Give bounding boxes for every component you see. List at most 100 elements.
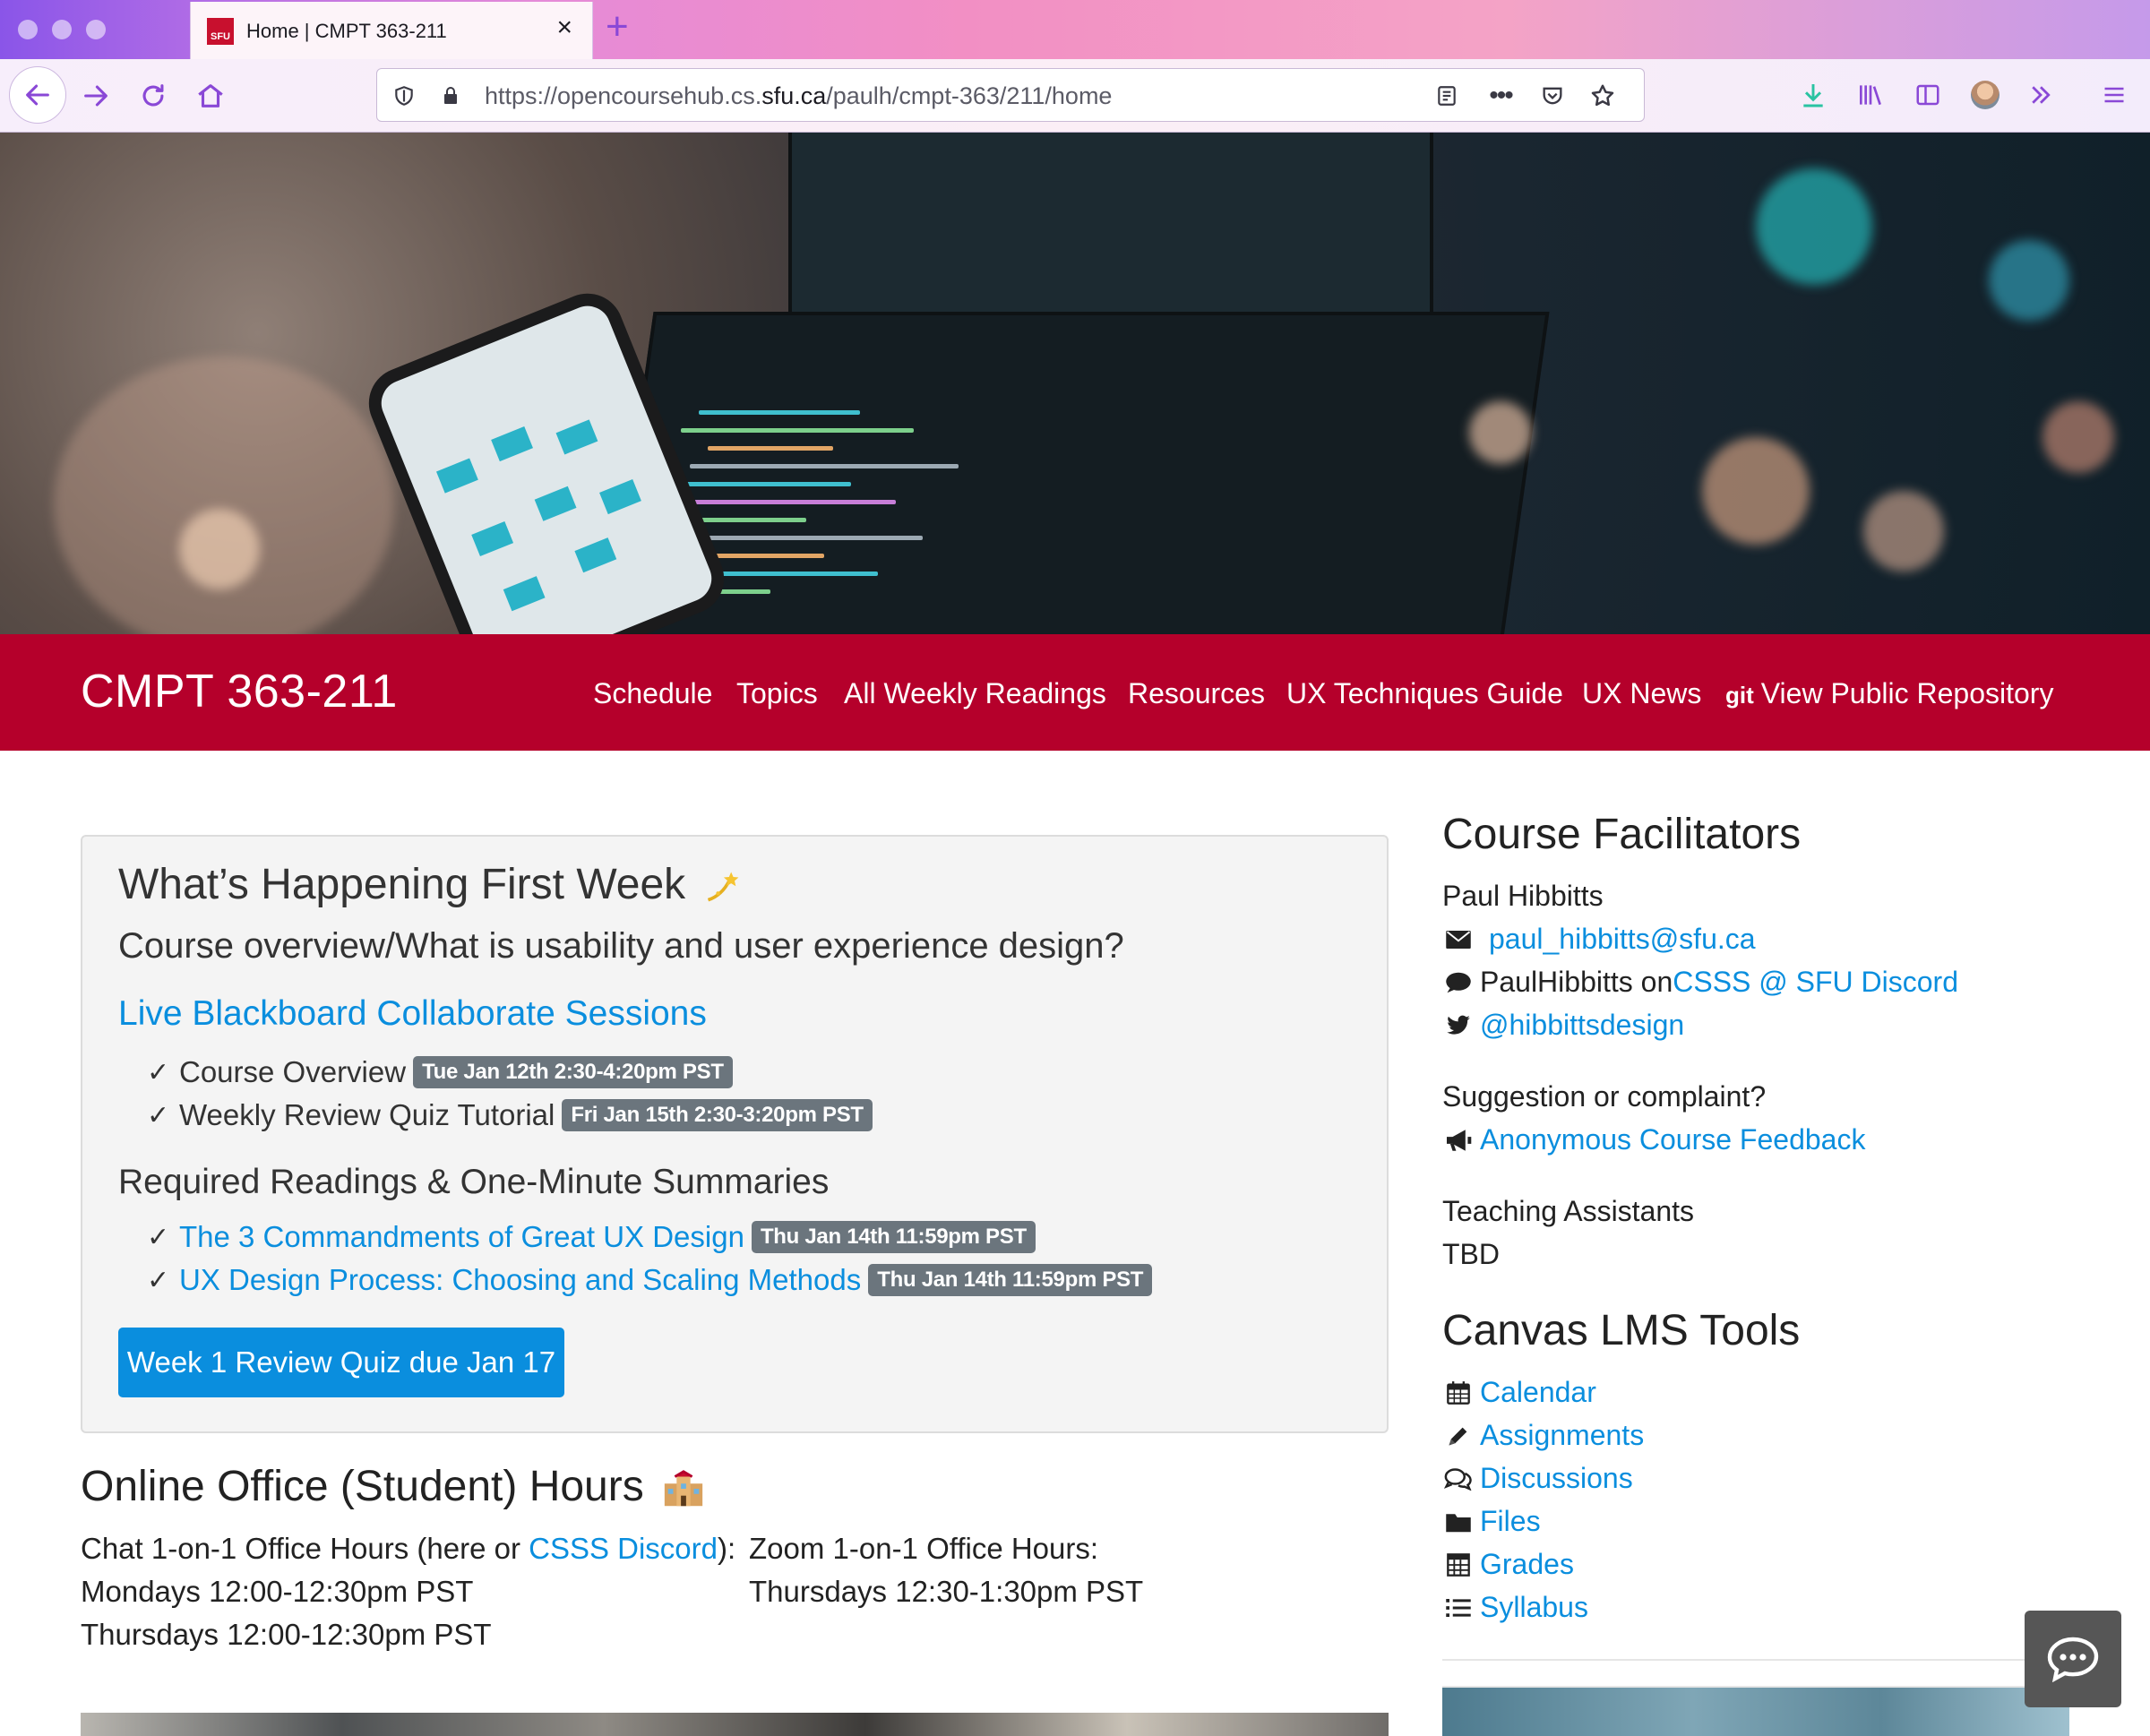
chat-bubble-icon: [2047, 1637, 2099, 1682]
facilitators-heading: Course Facilitators: [1442, 811, 1802, 858]
first-week-heading-text: What’s Happening First Week: [118, 861, 686, 908]
reading-link[interactable]: UX Design Process: Choosing and Scaling …: [179, 1263, 861, 1297]
chat-hours-monday: Mondays 12:00-12:30pm PST: [81, 1575, 474, 1608]
canvas-item-label: Discussions: [1480, 1462, 1633, 1494]
url-text[interactable]: https://opencoursehub.cs.sfu.ca/paulh/cm…: [485, 82, 1112, 110]
session-date-badge: Fri Jan 15th 2:30-3:20pm PST: [562, 1099, 873, 1131]
canvas-item-label: Grades: [1480, 1548, 1574, 1580]
reload-icon[interactable]: [127, 70, 179, 122]
folder-icon: [1442, 1508, 1475, 1536]
window-close-button[interactable]: [18, 20, 38, 39]
account-avatar-icon[interactable]: [1965, 75, 2005, 115]
reading-due-badge: Thu Jan 14th 11:59pm PST: [751, 1221, 1036, 1253]
chat-hours-label-post: ):: [718, 1532, 736, 1565]
school-building-icon: [664, 1470, 703, 1507]
canvas-item-label: Syllabus: [1480, 1591, 1588, 1623]
facilitator-email-link[interactable]: paul_hibbitts@sfu.ca: [1489, 923, 1756, 956]
bookmark-star-icon[interactable]: [1587, 80, 1619, 112]
library-icon[interactable]: [1851, 75, 1890, 115]
overflow-chevrons-icon[interactable]: [2021, 75, 2060, 115]
forward-arrow-icon[interactable]: [70, 70, 122, 122]
canvas-item-label: Calendar: [1480, 1376, 1596, 1408]
feedback-row: Anonymous Course Feedback: [1442, 1123, 1865, 1156]
tab-close-icon[interactable]: ×: [556, 14, 572, 41]
canvas-item-files[interactable]: Files: [1442, 1505, 1541, 1538]
content-image-thumbnail: [81, 1713, 1389, 1736]
canvas-item-calendar[interactable]: Calendar: [1442, 1376, 1596, 1409]
page-actions-icon[interactable]: •••: [1484, 80, 1517, 112]
reading-row: ✓ The 3 Commandments of Great UX Design …: [147, 1220, 1036, 1254]
new-tab-plus-icon[interactable]: +: [606, 7, 629, 47]
tab-title: Home | CMPT 363-211: [246, 20, 447, 42]
session-row: ✓ Course Overview Tue Jan 12th 2:30-4:20…: [147, 1055, 733, 1089]
shield-icon[interactable]: [388, 80, 420, 112]
home-icon[interactable]: [185, 70, 236, 122]
comments-icon: [1442, 1465, 1475, 1493]
window-minimize-button[interactable]: [52, 20, 72, 39]
url-prefix: https://opencoursehub.cs.: [485, 82, 762, 109]
chat-hours-thursday: Thursdays 12:00-12:30pm PST: [81, 1618, 492, 1651]
nav-ux-techniques-guide[interactable]: UX Techniques Guide: [1286, 677, 1563, 710]
week1-quiz-button[interactable]: Week 1 Review Quiz due Jan 17: [118, 1328, 564, 1397]
nav-topics[interactable]: Topics: [736, 677, 818, 710]
nav-repo-label: View Public Repository: [1760, 677, 2054, 709]
hamburger-menu-icon[interactable]: [2094, 75, 2134, 115]
lock-icon[interactable]: [434, 80, 467, 112]
course-title[interactable]: CMPT 363-211: [81, 665, 398, 718]
speech-bubble-icon: [1442, 968, 1475, 997]
url-domain: sfu.ca: [761, 82, 827, 109]
megaphone-icon: [1442, 1126, 1475, 1155]
checkmark-icon: ✓: [147, 1265, 170, 1295]
csss-discord-link[interactable]: CSSS Discord: [529, 1532, 718, 1565]
twitter-bird-icon: [1442, 1011, 1475, 1040]
nav-ux-news[interactable]: UX News: [1582, 677, 1701, 710]
window-zoom-button[interactable]: [86, 20, 106, 39]
session-row: ✓ Weekly Review Quiz Tutorial Fri Jan 15…: [147, 1098, 873, 1132]
browser-tab-active[interactable]: SFU Home | CMPT 363-211 ×: [190, 2, 593, 59]
back-arrow-icon[interactable]: [9, 66, 66, 124]
facilitator-name: Paul Hibbitts: [1442, 880, 1604, 912]
canvas-item-label: Assignments: [1480, 1419, 1645, 1451]
session-label: Weekly Review Quiz Tutorial: [179, 1098, 555, 1131]
table-icon: [1442, 1551, 1475, 1579]
envelope-icon: [1442, 925, 1475, 954]
anonymous-feedback-link[interactable]: Anonymous Course Feedback: [1480, 1123, 1865, 1156]
office-hours-heading-text: Online Office (Student) Hours: [81, 1463, 644, 1510]
nav-resources[interactable]: Resources: [1128, 677, 1265, 710]
readings-heading: Required Readings & One-Minute Summaries: [118, 1163, 830, 1201]
reading-link[interactable]: The 3 Commandments of Great UX Design: [179, 1220, 744, 1254]
canvas-item-assignments[interactable]: Assignments: [1442, 1419, 1644, 1452]
canvas-item-syllabus[interactable]: Syllabus: [1442, 1591, 1588, 1624]
suggestion-label: Suggestion or complaint?: [1442, 1080, 1767, 1113]
reader-view-icon[interactable]: [1431, 80, 1463, 112]
twitter-handle-link[interactable]: @hibbittsdesign: [1480, 1009, 1684, 1042]
facilitator-discord-row: PaulHibbitts on CSSS @ SFU Discord: [1442, 966, 1958, 999]
sidebar-toggle-icon[interactable]: [1908, 75, 1948, 115]
zoom-hours-link[interactable]: Thursdays 12:30-1:30pm PST: [749, 1575, 1143, 1609]
nav-view-public-repository[interactable]: git View Public Repository: [1725, 677, 2053, 710]
canvas-item-discussions[interactable]: Discussions: [1442, 1462, 1633, 1495]
chat-widget-button[interactable]: [2025, 1611, 2121, 1707]
live-sessions-link[interactable]: Live Blackboard Collaborate Sessions: [118, 994, 707, 1034]
pencil-icon: [1442, 1422, 1475, 1450]
nav-all-weekly-readings[interactable]: All Weekly Readings: [844, 677, 1106, 710]
facilitator-twitter-row: @hibbittsdesign: [1442, 1009, 1684, 1042]
calendar-icon: [1442, 1379, 1475, 1407]
csss-sfu-discord-link[interactable]: CSSS @ SFU Discord: [1673, 966, 1958, 999]
first-week-heading: What’s Happening First Week: [118, 860, 743, 909]
chat-hours-label-pre: Chat 1-on-1 Office Hours (here or: [81, 1532, 529, 1565]
chat-hours-label: Chat 1-on-1 Office Hours (here or CSSS D…: [81, 1532, 735, 1566]
reading-due-badge: Thu Jan 14th 11:59pm PST: [868, 1264, 1153, 1296]
downloads-icon[interactable]: [1793, 75, 1833, 115]
sfu-favicon-icon: SFU: [207, 18, 234, 45]
canvas-item-grades[interactable]: Grades: [1442, 1548, 1574, 1581]
sidebar-divider: [1442, 1659, 2069, 1661]
canvas-tools-heading: Canvas LMS Tools: [1442, 1307, 1801, 1354]
checkmark-icon: ✓: [147, 1222, 170, 1252]
list-icon: [1442, 1594, 1475, 1622]
hero-banner-image: [0, 133, 2150, 634]
pocket-icon[interactable]: [1536, 80, 1569, 112]
git-icon: git: [1725, 682, 1754, 709]
address-bar[interactable]: https://opencoursehub.cs.sfu.ca/paulh/cm…: [376, 68, 1645, 122]
nav-schedule[interactable]: Schedule: [593, 677, 712, 710]
